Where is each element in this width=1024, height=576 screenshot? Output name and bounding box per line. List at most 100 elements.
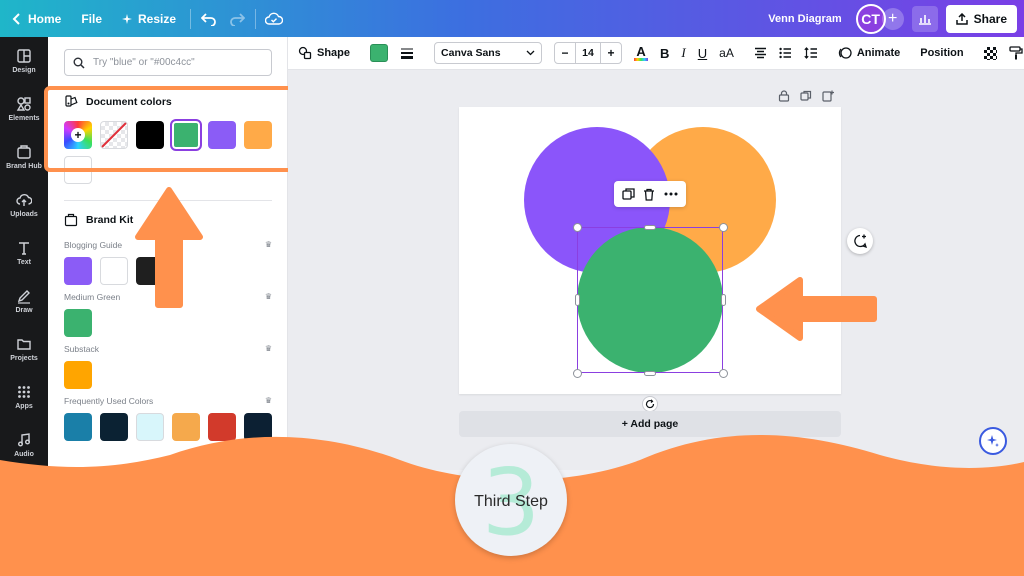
duplicate-icon[interactable]: [622, 187, 635, 201]
rail-label: Draw: [15, 307, 33, 314]
copy-style-button[interactable]: [1003, 37, 1024, 70]
animate-label: Animate: [856, 47, 901, 59]
rail-label: Design: [12, 67, 36, 74]
text-color-button[interactable]: A: [628, 37, 654, 70]
share-button[interactable]: Share: [945, 4, 1017, 33]
invite-button[interactable]: +: [881, 7, 904, 30]
fill-color-chip: [370, 44, 389, 62]
more-options-icon[interactable]: [664, 192, 678, 196]
trash-icon[interactable]: [643, 188, 655, 201]
bold-button[interactable]: B: [654, 37, 675, 70]
font-select-box: Canva Sans: [434, 42, 543, 64]
align-button[interactable]: [748, 37, 773, 70]
resize-button[interactable]: Resize: [112, 0, 186, 37]
share-upload-icon: [955, 12, 968, 25]
position-button[interactable]: Position: [914, 37, 969, 70]
rail-label: Text: [17, 259, 31, 266]
resize-handle-top[interactable]: [644, 225, 656, 230]
bullet-list-icon: [779, 47, 791, 59]
font-family-select[interactable]: Canva Sans: [428, 37, 548, 70]
draw-icon: [17, 290, 30, 304]
rail-item-apps[interactable]: Apps: [0, 373, 48, 421]
redo-button[interactable]: [223, 5, 251, 33]
transparency-button[interactable]: [978, 37, 1003, 70]
color-swatch-orange[interactable]: [64, 361, 92, 389]
underline-icon: U: [697, 45, 708, 61]
comment-button[interactable]: [847, 228, 873, 254]
color-swatch-purple[interactable]: [64, 257, 92, 285]
italic-icon: I: [681, 45, 686, 60]
resize-handle-bottom[interactable]: [644, 371, 656, 376]
rail-item-audio[interactable]: Audio: [0, 421, 48, 469]
border-style-icon: [401, 48, 414, 59]
rail-label: Brand Hub: [6, 163, 42, 170]
cloud-check-icon: [265, 12, 284, 25]
undo-button[interactable]: [195, 5, 223, 33]
fill-color-button[interactable]: [364, 37, 394, 70]
underline-button[interactable]: U: [692, 37, 713, 70]
apps-icon: [18, 386, 30, 398]
color-swatch-orange[interactable]: [172, 413, 200, 441]
list-button[interactable]: [773, 37, 798, 70]
cloud-save-button[interactable]: [260, 5, 288, 33]
rail-item-uploads[interactable]: Uploads: [0, 181, 48, 229]
rail-label: Elements: [8, 115, 40, 122]
text-icon: [19, 242, 29, 255]
add-page-icon[interactable]: [822, 90, 834, 102]
color-swatch-green[interactable]: [64, 309, 92, 337]
crown-icon: ♛: [264, 344, 272, 353]
shape-button[interactable]: Shape: [288, 37, 356, 70]
top-bar: Home File Resize Venn Diagram CT + Share: [0, 0, 1024, 37]
rail-item-projects[interactable]: Projects: [0, 325, 48, 373]
font-size-value[interactable]: 14: [575, 43, 602, 63]
resize-handle-right[interactable]: [721, 294, 726, 306]
rail-item-design[interactable]: Design: [0, 37, 48, 85]
color-swatch-black[interactable]: [136, 257, 164, 285]
rail-item-draw[interactable]: Draw: [0, 277, 48, 325]
undo-icon: [201, 12, 216, 26]
bold-icon: B: [660, 45, 670, 61]
color-swatch-dark-navy[interactable]: [244, 413, 272, 441]
increase-size-button[interactable]: +: [601, 46, 621, 60]
border-style-button[interactable]: [394, 37, 420, 70]
rotate-handle[interactable]: [642, 396, 658, 412]
letter-case-button[interactable]: aA: [713, 37, 740, 70]
resize-handle-top-right[interactable]: [719, 223, 728, 232]
file-menu[interactable]: File: [71, 0, 112, 37]
divider: [255, 8, 257, 29]
home-button[interactable]: Home: [0, 0, 71, 37]
color-swatch-white[interactable]: [100, 257, 128, 285]
resize-handle-left[interactable]: [575, 294, 580, 306]
color-swatch-light-cyan[interactable]: [136, 413, 164, 441]
insights-button[interactable]: [911, 5, 938, 32]
resize-handle-top-left[interactable]: [573, 223, 582, 232]
magic-assistant-button[interactable]: [979, 427, 1007, 455]
animate-button[interactable]: Animate: [832, 37, 906, 70]
highlight-box: [44, 86, 294, 172]
decrease-size-button[interactable]: −: [555, 46, 575, 60]
crown-icon: ♛: [264, 240, 272, 249]
resize-handle-bottom-right[interactable]: [719, 369, 728, 378]
font-name: Canva Sans: [441, 47, 501, 59]
color-swatch-teal[interactable]: [64, 413, 92, 441]
rail-item-elements[interactable]: Elements: [0, 85, 48, 133]
color-search-input[interactable]: Try "blue" or "#00c4cc": [64, 49, 272, 76]
spacing-button[interactable]: [798, 37, 824, 70]
color-swatch-red[interactable]: [208, 413, 236, 441]
context-toolbar: Shape Canva Sans − 14 + A B I U aA Anima…: [288, 37, 1024, 70]
italic-button[interactable]: I: [675, 37, 691, 70]
rail-item-text[interactable]: Text: [0, 229, 48, 277]
resize-handle-bottom-left[interactable]: [573, 369, 582, 378]
add-page-button[interactable]: + Add page: [459, 411, 841, 437]
brand-group-label: Substack ♛: [64, 344, 272, 354]
document-title[interactable]: Venn Diagram: [768, 13, 841, 25]
sparkles-icon: [987, 435, 999, 447]
color-swatch-navy[interactable]: [100, 413, 128, 441]
brand-group-label: Frequently Used Colors ♛: [64, 396, 272, 406]
lock-page-icon[interactable]: [778, 90, 790, 102]
paint-roller-icon: [1008, 46, 1023, 60]
step-badge: 3 Third Step: [455, 444, 567, 556]
font-size-stepper[interactable]: − 14 +: [548, 37, 628, 70]
rail-item-brand-hub[interactable]: Brand Hub: [0, 133, 48, 181]
duplicate-page-icon[interactable]: [800, 90, 812, 102]
